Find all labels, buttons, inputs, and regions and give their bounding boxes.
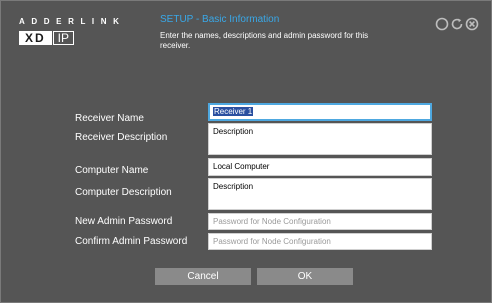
product-logo: XD IP bbox=[19, 31, 75, 45]
computer-description-value: Description bbox=[213, 182, 254, 191]
confirm-admin-password-input[interactable]: Password for Node Configuration bbox=[208, 233, 432, 250]
receiver-description-value: Description bbox=[213, 127, 254, 136]
new-admin-password-label: New Admin Password bbox=[75, 216, 173, 227]
receiver-name-value: Receiver 1 bbox=[213, 107, 254, 116]
page-title: SETUP - Basic Information bbox=[160, 14, 280, 25]
receiver-description-input[interactable]: Description bbox=[208, 123, 432, 155]
computer-name-label: Computer Name bbox=[75, 165, 149, 176]
ok-button[interactable]: OK bbox=[257, 268, 353, 285]
new-admin-password-placeholder: Password for Node Configuration bbox=[213, 217, 331, 226]
close-icon[interactable] bbox=[465, 17, 479, 31]
logo-xd: XD bbox=[19, 31, 52, 45]
computer-description-label: Computer Description bbox=[75, 187, 172, 198]
receiver-name-label: Receiver Name bbox=[75, 113, 144, 124]
receiver-description-label: Receiver Description bbox=[75, 132, 168, 143]
setup-panel: ADDERLINK XD IP SETUP - Basic Informatio… bbox=[0, 0, 492, 303]
brand-wordmark: ADDERLINK bbox=[19, 17, 126, 26]
computer-description-input[interactable]: Description bbox=[208, 178, 432, 210]
new-admin-password-input[interactable]: Password for Node Configuration bbox=[208, 213, 432, 230]
confirm-admin-password-placeholder: Password for Node Configuration bbox=[213, 237, 331, 246]
confirm-admin-password-label: Confirm Admin Password bbox=[75, 236, 188, 247]
logo-ip: IP bbox=[52, 31, 75, 45]
refresh-icon[interactable] bbox=[450, 17, 464, 31]
window-controls bbox=[435, 17, 479, 31]
page-description: Enter the names, descriptions and admin … bbox=[160, 31, 369, 50]
computer-name-input[interactable]: Local Computer bbox=[208, 158, 432, 176]
circle-icon[interactable] bbox=[435, 17, 449, 31]
receiver-name-input[interactable]: Receiver 1 bbox=[208, 103, 432, 121]
computer-name-value: Local Computer bbox=[213, 162, 270, 171]
cancel-button[interactable]: Cancel bbox=[155, 268, 251, 285]
